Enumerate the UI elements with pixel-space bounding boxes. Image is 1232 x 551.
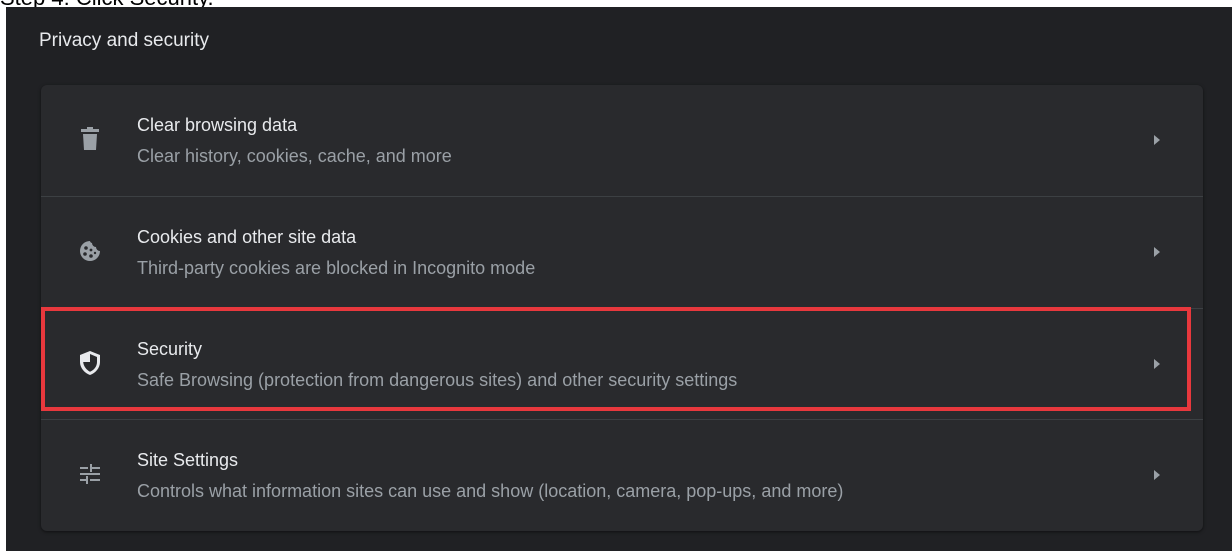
shield-icon [77,350,103,376]
section-title: Privacy and security [39,30,210,51]
privacy-settings-card: Clear browsing data Clear history, cooki… [41,85,1203,531]
clear-browsing-data-row[interactable]: Clear browsing data Clear history, cooki… [41,85,1203,196]
row-title: Clear browsing data [137,115,298,135]
settings-panel: Privacy and security Clear browsing data… [6,7,1232,551]
trash-icon [77,126,103,152]
chevron-right-icon [1151,133,1163,147]
row-title: Cookies and other site data [137,227,357,247]
row-subtitle: Third-party cookies are blocked in Incog… [137,258,536,278]
chevron-right-icon [1151,468,1163,482]
row-title: Security [137,339,203,359]
security-row[interactable]: Security Safe Browsing (protection from … [41,308,1203,420]
row-subtitle: Controls what information sites can use … [137,481,844,501]
row-subtitle: Safe Browsing (protection from dangerous… [137,370,738,390]
site-settings-row[interactable]: Site Settings Controls what information … [41,419,1203,531]
row-title: Site Settings [137,450,239,470]
cookies-site-data-row[interactable]: Cookies and other site data Third-party … [41,196,1203,308]
cookie-icon [77,238,103,264]
chevron-right-icon [1151,357,1163,371]
tune-icon [77,461,103,487]
chevron-right-icon [1151,245,1163,259]
row-subtitle: Clear history, cookies, cache, and more [137,146,452,166]
